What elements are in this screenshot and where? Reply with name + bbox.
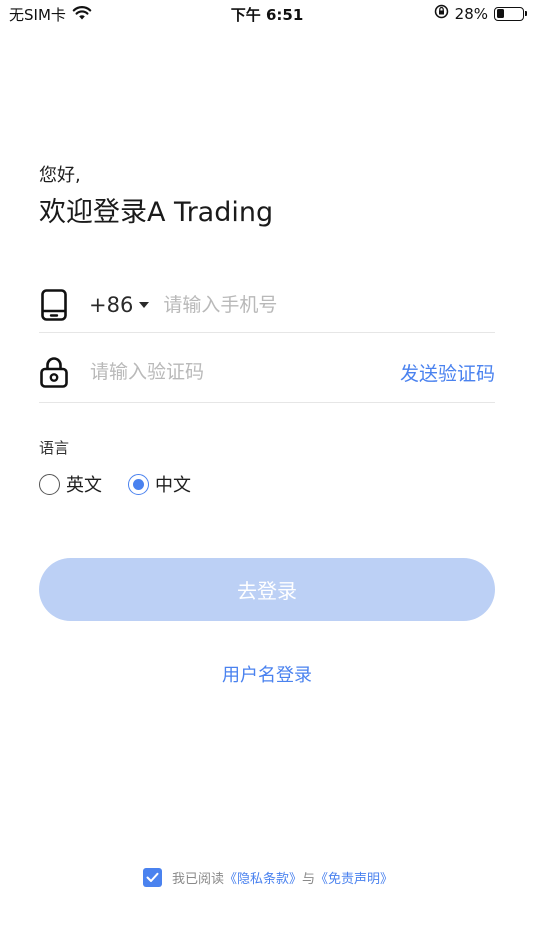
greeting-text: 您好, bbox=[39, 165, 81, 186]
language-label: 语言 bbox=[39, 439, 70, 457]
code-row: 发送验证码 bbox=[39, 342, 495, 403]
agreement-row: 我已阅读 《隐私条款》 与 《免责声明》 bbox=[143, 868, 393, 887]
radio-label: 英文 bbox=[66, 475, 102, 496]
country-code-label: +86 bbox=[89, 292, 134, 317]
checkmark-icon bbox=[146, 872, 159, 882]
battery-fill bbox=[496, 9, 504, 18]
privacy-policy-link[interactable]: 《隐私条款》 bbox=[224, 868, 302, 887]
status-right: 28% bbox=[434, 4, 527, 23]
language-option-chinese[interactable]: 中文 bbox=[128, 471, 191, 497]
status-bar: 无SIM卡 下午 6:51 28% bbox=[0, 0, 534, 28]
agreement-joiner: 与 bbox=[302, 872, 316, 887]
phone-input[interactable] bbox=[163, 293, 464, 316]
phone-row: +86 bbox=[39, 277, 495, 333]
agreement-prefix: 我已阅读 bbox=[172, 872, 225, 887]
lock-icon bbox=[39, 355, 69, 389]
agreement-checkbox[interactable] bbox=[143, 868, 162, 887]
radio-button[interactable] bbox=[39, 473, 60, 495]
page-title: 欢迎登录A Trading bbox=[39, 197, 274, 228]
language-option-english[interactable]: 英文 bbox=[39, 471, 102, 497]
username-login-link[interactable]: 用户名登录 bbox=[0, 661, 534, 687]
disclaimer-link[interactable]: 《免责声明》 bbox=[315, 868, 393, 887]
language-options: 英文 中文 bbox=[39, 471, 217, 497]
radio-label: 中文 bbox=[155, 475, 191, 496]
phone-icon bbox=[39, 288, 69, 322]
rotation-lock-icon bbox=[434, 4, 449, 23]
radio-button[interactable] bbox=[128, 473, 149, 495]
battery-icon bbox=[494, 6, 527, 21]
country-code-selector[interactable]: +86 bbox=[89, 292, 150, 317]
battery-percent: 28% bbox=[454, 4, 488, 23]
caret-down-icon bbox=[139, 301, 150, 308]
verification-code-input[interactable] bbox=[90, 361, 360, 383]
login-button[interactable]: 去登录 bbox=[39, 558, 495, 621]
send-code-button[interactable]: 发送验证码 bbox=[400, 359, 495, 386]
